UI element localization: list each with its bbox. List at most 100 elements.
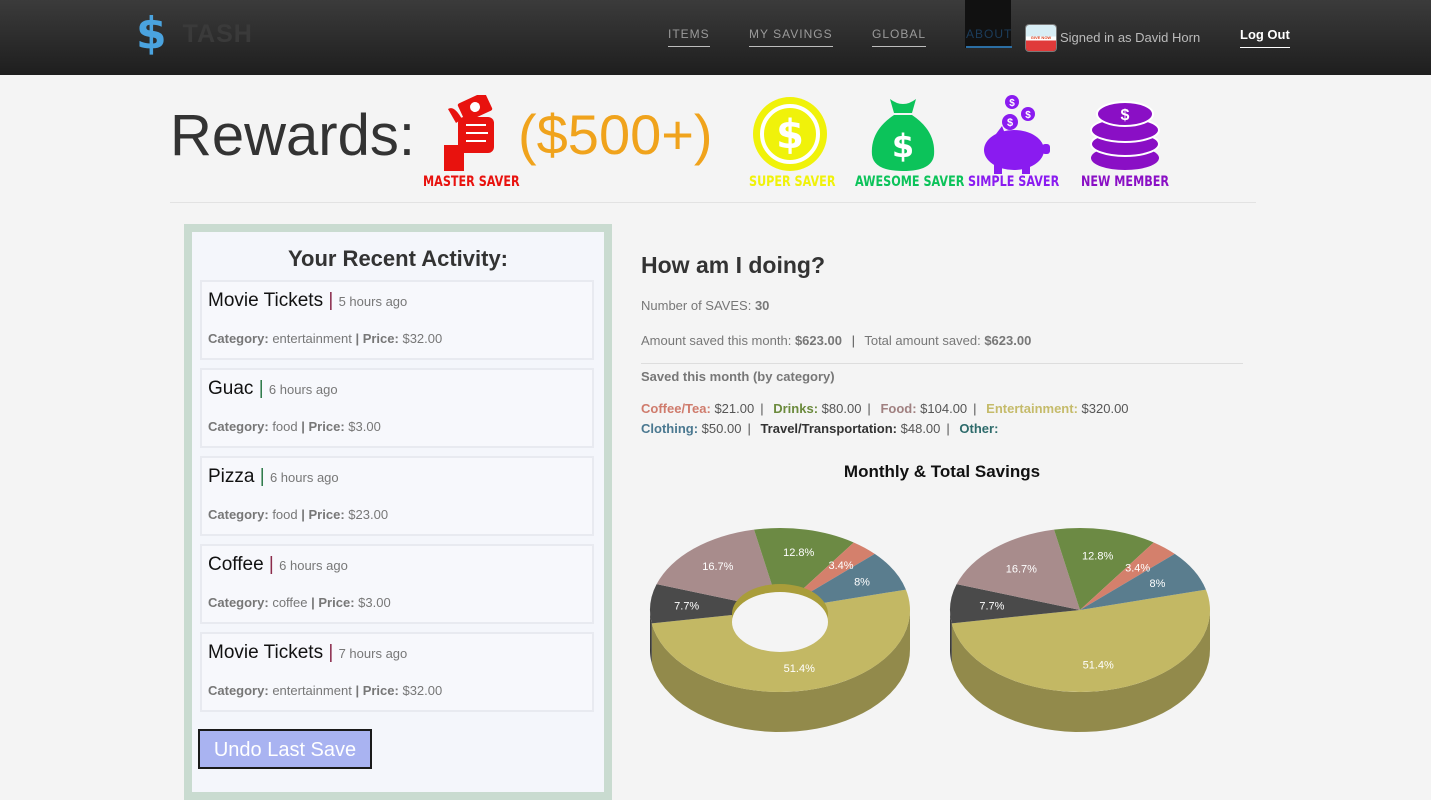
svg-text:$: $ — [1121, 107, 1130, 124]
svg-text:$: $ — [1025, 110, 1031, 121]
saves-label: Number of SAVES: — [641, 298, 752, 313]
pie-slice-label: 12.8% — [783, 547, 814, 559]
svg-text:$: $ — [776, 112, 804, 158]
pie-slice-label: 8% — [1150, 578, 1166, 590]
activity-item-category: entertainment — [272, 683, 352, 698]
rewards-title: Rewards: — [170, 103, 415, 168]
activity-item: Coffee | 6 hours ago Category: coffee | … — [200, 544, 594, 624]
month-value: $623.00 — [794, 333, 842, 348]
brand-name: TASH — [182, 19, 253, 48]
total-value: $623.00 — [984, 333, 1032, 348]
separator: | — [268, 554, 274, 575]
separator: | — [328, 642, 334, 663]
activity-item-category: food — [272, 419, 298, 434]
amount-saved-line: Amount saved this month: $623.00 | Total… — [641, 333, 1032, 348]
activity-item-price: $32.00 — [402, 331, 443, 346]
undo-last-save-button[interactable]: Undo Last Save — [198, 729, 372, 769]
badge-awesome-saver: AWESOME SAVER — [855, 174, 965, 190]
logout-link[interactable]: Log Out — [1240, 27, 1290, 48]
activity-item: Movie Tickets | 5 hours ago Category: en… — [200, 280, 594, 360]
separator: | — [259, 466, 265, 487]
piggy-bank-icon: $ $ $ — [984, 95, 1050, 174]
total-savings-pie-chart: 51.4% 7.7% 16.7% 12.8% 3.4%8% — [950, 528, 1210, 732]
avatar-text: GIVE NOW — [1030, 35, 1052, 40]
category-drinks-label: Drinks: — [773, 401, 819, 416]
category-food-label: Food: — [880, 401, 917, 416]
category-travel-label: Travel/Transportation: — [760, 421, 897, 436]
activity-item-category: entertainment — [272, 331, 352, 346]
nav-items[interactable]: ITEMS — [668, 27, 710, 47]
pie-slice-label: 12.8% — [1082, 550, 1113, 562]
svg-text:$: $ — [892, 127, 914, 165]
pie-slice-label: 8% — [854, 577, 870, 589]
saves-count-line: Number of SAVES: 30 — [641, 298, 769, 313]
brand-logo[interactable]: $ TASH — [136, 12, 253, 56]
pie-slice-label: 7.7% — [674, 600, 699, 612]
activity-item-name: Pizza — [208, 466, 255, 487]
category-label: Category: — [208, 331, 269, 346]
pie-slice-label: 51.4% — [1083, 660, 1114, 672]
separator: | — [258, 378, 264, 399]
rewards-divider — [170, 202, 1256, 203]
chart-title: Monthly & Total Savings — [843, 462, 1041, 481]
total-label: Total amount saved: — [864, 333, 981, 348]
thumbs-up-money-icon — [444, 95, 494, 171]
category-drinks-value: $80.00 — [821, 401, 862, 416]
category-clothing-value: $50.00 — [701, 421, 742, 436]
activity-item-time: 5 hours ago — [338, 294, 408, 309]
badge-master-saver: MASTER SAVER — [423, 174, 520, 190]
dollar-logo-icon: $ — [136, 8, 167, 59]
category-label: Category: — [208, 507, 269, 522]
category-label: Category: — [208, 683, 269, 698]
price-label: Price: — [362, 683, 399, 698]
money-bag-icon: $ — [871, 99, 935, 171]
activity-item: Guac | 6 hours ago Category: food | Pric… — [200, 368, 594, 448]
signed-in-text: Signed in as David Horn — [1060, 30, 1201, 45]
activity-item-category: coffee — [272, 595, 308, 610]
price-label: Price: — [362, 331, 399, 346]
badge-super-saver: SUPER SAVER — [749, 174, 836, 190]
month-label: Amount saved this month: — [641, 333, 792, 348]
nav-about[interactable]: ABOUT — [966, 27, 1013, 48]
activity-item-time: 6 hours ago — [268, 382, 338, 397]
activity-item-category: food — [272, 507, 298, 522]
stats-divider — [641, 363, 1243, 364]
price-label: Price: — [308, 419, 345, 434]
coin-stack-icon: $ — [1090, 101, 1160, 170]
category-coffee-label: Coffee/Tea: — [641, 401, 711, 416]
pie-slice-label: 16.7% — [702, 561, 733, 573]
activity-item-price: $32.00 — [402, 683, 443, 698]
activity-item-name: Coffee — [208, 554, 264, 575]
activity-item-time: 6 hours ago — [279, 558, 348, 573]
activity-title: Your Recent Activity: — [287, 246, 509, 271]
category-label: Category: — [208, 419, 269, 434]
monthly-savings-donut-chart: 51.4% 7.7% 16.7% 12.8% 3.4%8% — [650, 528, 910, 732]
activity-item-name: Movie Tickets — [208, 290, 324, 311]
by-category-title: Saved this month (by category) — [641, 369, 835, 384]
pie-slice-label: 51.4% — [784, 663, 815, 675]
badge-new-member: NEW MEMBER — [1081, 174, 1170, 190]
activity-item-name: Guac — [208, 378, 254, 399]
donut-hole — [732, 592, 828, 652]
pie-slice-label: 7.7% — [979, 601, 1004, 613]
price-label: Price: — [308, 507, 345, 522]
pie-slice-label: 3.4% — [1125, 563, 1150, 575]
activity-item-price: $3.00 — [348, 419, 381, 434]
activity-item-time: 7 hours ago — [338, 646, 408, 661]
activity-item-price: $3.00 — [358, 595, 391, 610]
svg-text:$: $ — [1007, 117, 1013, 129]
rewards-threshold: ($500+) — [518, 103, 713, 166]
avatar[interactable]: GIVE NOW — [1026, 25, 1056, 51]
stats-title: How am I doing? — [641, 252, 825, 278]
activity-item-time: 6 hours ago — [269, 470, 339, 485]
pie-slice-label: 3.4% — [828, 560, 853, 572]
nav-my-savings[interactable]: MY SAVINGS — [749, 27, 833, 47]
pie-slice-label: 16.7% — [1006, 563, 1037, 575]
category-breakdown-row-2: Clothing: $50.00 | Travel/Transportation:… — [641, 421, 999, 436]
nav-global[interactable]: GLOBAL — [872, 27, 927, 47]
activity-item: Pizza | 6 hours ago Category: food | Pri… — [200, 456, 594, 536]
activity-item: Movie Tickets | 7 hours ago Category: en… — [200, 632, 594, 712]
separator: | — [328, 290, 334, 311]
activity-item-name: Movie Tickets — [208, 642, 324, 663]
category-travel-value: $48.00 — [900, 421, 941, 436]
